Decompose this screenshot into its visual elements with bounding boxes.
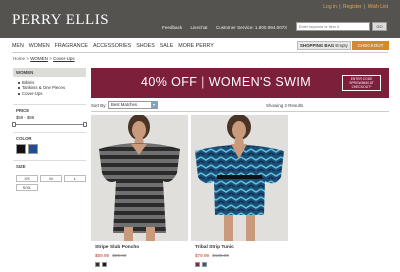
sidebar-item-cover-ups[interactable]: Cover-Ups	[18, 91, 65, 96]
chevron-down-icon[interactable]: ▾	[151, 102, 157, 108]
size-option-xs[interactable]: XS	[16, 175, 38, 182]
sidebar-category-heading[interactable]: WOMEN	[13, 68, 86, 77]
breadcrumb-women[interactable]: WOMEN	[30, 56, 48, 61]
color-filter-label: COLOR	[16, 136, 32, 141]
feedback-link[interactable]: Feedback	[162, 25, 182, 30]
customer-service-text: Customer Service: 1.800.994.0073	[215, 25, 287, 30]
promo-category: WOMEN'S SWIM	[208, 75, 312, 89]
search-go-button[interactable]: GO	[372, 22, 387, 31]
nav-item-women[interactable]: WOMEN	[29, 43, 50, 49]
price-slider-min-handle[interactable]	[12, 122, 16, 127]
product-image-stripe-poncho[interactable]	[91, 115, 188, 241]
price-slider-track[interactable]	[14, 124, 85, 125]
sort-select[interactable]: Best Matches ▾	[108, 101, 158, 109]
checkout-button[interactable]: CHECKOUT	[352, 41, 389, 50]
product-color-swatch[interactable]	[202, 262, 207, 267]
nav-item-more-perry[interactable]: MORE PERRY	[178, 43, 214, 49]
size-filter-label: SIZE	[16, 164, 26, 169]
sort-select-value: Best Matches	[111, 102, 138, 107]
size-option-l[interactable]: L	[64, 175, 86, 182]
livechat-link[interactable]: Livechat	[190, 25, 207, 30]
login-link[interactable]: Log in	[323, 4, 337, 10]
product-sale-price: $59.99	[95, 253, 110, 258]
account-links: Log in | Register | Wish List	[322, 4, 388, 10]
search-input[interactable]: Enter keyword or item #	[296, 22, 370, 31]
price-filter-label: PRICE	[16, 108, 30, 113]
shopping-bag[interactable]: SHOPPING BAG Empty	[297, 41, 351, 50]
main-nav: MEN WOMEN FRAGRANCE ACCESSORIES SHOES SA…	[12, 41, 214, 51]
promo-separator: |	[201, 75, 205, 89]
product-sale-price: $79.99	[195, 253, 210, 258]
register-link[interactable]: Register	[343, 4, 362, 10]
nav-item-fragrance[interactable]: FRAGRANCE	[55, 43, 88, 49]
shopping-bag-label: SHOPPING BAG	[300, 43, 335, 48]
nav-item-sale[interactable]: SALE	[160, 43, 174, 49]
shopping-bag-status: Empty	[335, 43, 348, 48]
price-range-text: $59 - $89	[16, 115, 35, 120]
nav-divider	[12, 52, 388, 53]
nav-item-shoes[interactable]: SHOES	[136, 43, 155, 49]
sidebar-divider	[13, 104, 86, 105]
product-color-swatch[interactable]	[102, 262, 107, 267]
results-count: Showing 2 Results	[266, 103, 304, 108]
product-price: $59.99 $89.00	[95, 253, 126, 258]
product-original-price: $135.00	[212, 253, 229, 258]
product-price: $79.99 $135.00	[195, 253, 229, 258]
breadcrumb-separator: >	[26, 56, 29, 61]
product-color-swatch[interactable]	[95, 262, 100, 267]
product-color-swatch[interactable]	[195, 262, 200, 267]
model-photo-tribal-tunic	[191, 115, 288, 241]
price-slider-max-handle[interactable]	[83, 122, 87, 127]
breadcrumb-current[interactable]: Cover-Ups	[53, 56, 75, 61]
size-option-s-xl[interactable]: S/XL	[16, 184, 38, 191]
sidebar-divider	[13, 132, 86, 133]
promo-headline: 40% OFF | WOMEN'S SWIM	[141, 75, 311, 89]
sidebar-category-list: Bikinis Tankinis & One Pieces Cover-Ups	[18, 80, 65, 96]
promo-code-box: ENTER CODE SPRGWIM40 AT CHECKOUT*	[342, 75, 381, 91]
promo-discount: 40% OFF	[141, 75, 198, 89]
product-image-tribal-tunic[interactable]	[191, 115, 288, 241]
product-name[interactable]: Stripe Slub Poncho	[95, 245, 139, 250]
link-separator: |	[364, 4, 366, 10]
site-header: PERRY ELLIS Log in | Register | Wish Lis…	[0, 0, 400, 38]
link-separator: |	[339, 4, 341, 10]
product-original-price: $89.00	[112, 253, 127, 258]
color-swatch-blue[interactable]	[28, 144, 38, 154]
brand-logo[interactable]: PERRY ELLIS	[12, 12, 109, 29]
color-swatch-black[interactable]	[16, 144, 26, 154]
results-divider	[91, 111, 389, 112]
breadcrumb: Home > WOMEN > Cover-Ups	[13, 56, 75, 61]
nav-item-accessories[interactable]: ACCESSORIES	[93, 43, 131, 49]
utility-links: Feedback Livechat Customer Service: 1.80…	[162, 25, 294, 30]
model-photo-striped-poncho	[91, 115, 188, 241]
nav-item-men[interactable]: MEN	[12, 43, 24, 49]
breadcrumb-separator: >	[49, 56, 52, 61]
breadcrumb-home[interactable]: Home	[13, 56, 25, 61]
promo-banner[interactable]: 40% OFF | WOMEN'S SWIM ENTER CODE SPRGWI…	[91, 68, 389, 98]
sort-label: Sort By:	[91, 103, 107, 108]
wish-list-link[interactable]: Wish List	[368, 4, 388, 10]
sidebar-divider	[13, 160, 86, 161]
product-name[interactable]: Tribal Strip Tunic	[195, 245, 234, 250]
size-option-m[interactable]: M	[40, 175, 62, 182]
